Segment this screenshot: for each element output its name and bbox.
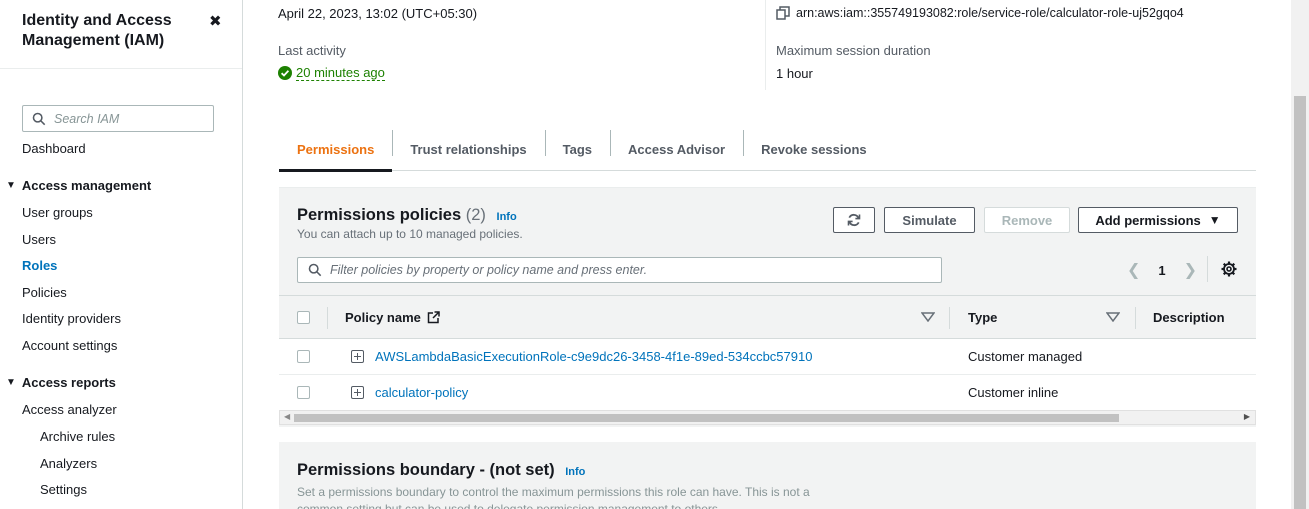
sidebar-section-access-management[interactable]: ▼ Access management — [6, 178, 151, 193]
sidebar-title: Identity and Access Management (IAM) — [22, 12, 172, 49]
tab-access-advisor[interactable]: Access Advisor — [610, 128, 743, 171]
role-arn: arn:aws:iam::355749193082:role/service-r… — [776, 6, 1184, 20]
caret-down-icon: ▼ — [6, 377, 16, 388]
section-label: Access management — [21, 178, 152, 193]
column-label: Policy name — [345, 310, 421, 325]
creation-date: April 22, 2023, 13:02 (UTC+05:30) — [278, 6, 478, 21]
sidebar-item-account-settings[interactable]: Account settings — [22, 338, 117, 353]
sidebar-search[interactable] — [22, 105, 214, 132]
table-horizontal-scrollbar[interactable]: ◀ ▶ — [279, 410, 1256, 425]
sort-icon[interactable] — [1106, 312, 1120, 322]
search-icon — [32, 112, 46, 125]
max-session-label: Maximum session duration — [776, 43, 931, 58]
search-iam-input[interactable] — [54, 111, 204, 126]
policy-type: Customer managed — [968, 349, 1083, 364]
row-checkbox[interactable] — [297, 386, 310, 399]
sidebar-item-archive-rules[interactable]: Archive rules — [40, 429, 115, 444]
column-type[interactable]: Type — [968, 310, 997, 325]
tab-tags[interactable]: Tags — [544, 128, 610, 171]
section-label: Access reports — [21, 375, 116, 390]
sidebar-item-settings[interactable]: Settings — [40, 482, 87, 497]
sidebar-header: Identity and Access Management (IAM) — [22, 11, 222, 51]
sidebar-item-policies[interactable]: Policies — [22, 285, 67, 300]
scrollbar-thumb[interactable] — [1294, 96, 1306, 509]
simulate-button[interactable]: Simulate — [884, 207, 975, 233]
last-activity-link[interactable]: 20 minutes ago — [278, 65, 385, 81]
page-vertical-scrollbar[interactable] — [1291, 0, 1309, 509]
sidebar-item-users[interactable]: Users — [22, 232, 56, 247]
table-row: calculator-policy Customer inline — [279, 375, 1256, 411]
sidebar-item-access-analyzer[interactable]: Access analyzer — [22, 402, 117, 417]
role-tabs: Permissions Trust relationships Tags Acc… — [279, 128, 1256, 172]
max-session-value: 1 hour — [776, 66, 813, 81]
add-permissions-label: Add permissions — [1095, 212, 1201, 228]
sidebar-section-access-reports[interactable]: ▼ Access reports — [6, 375, 116, 390]
panel-title-text: Permissions boundary - (not set) — [297, 461, 555, 479]
arn-value: arn:aws:iam::355749193082:role/service-r… — [796, 6, 1184, 20]
gear-icon[interactable] — [1221, 261, 1237, 277]
refresh-button[interactable] — [833, 207, 875, 233]
panel-title-text: Permissions policies — [297, 206, 462, 224]
tab-permissions[interactable]: Permissions — [279, 128, 393, 172]
pagination: ❮ 1 ❯ — [1127, 260, 1197, 280]
sidebar-item-user-groups[interactable]: User groups — [22, 205, 93, 220]
sidebar-item-roles[interactable]: Roles — [22, 258, 57, 273]
column-divider — [327, 307, 328, 329]
info-link[interactable]: Info — [565, 466, 585, 478]
refresh-icon — [847, 213, 861, 227]
policy-count: (2) — [465, 206, 486, 224]
sidebar-item-analyzers[interactable]: Analyzers — [40, 456, 97, 471]
column-divider — [949, 307, 950, 329]
scrollbar-thumb[interactable] — [294, 414, 1119, 422]
sidebar-item-dashboard[interactable]: Dashboard — [22, 141, 86, 156]
remove-button[interactable]: Remove — [984, 207, 1070, 233]
permissions-boundary-panel: Permissions boundary - (not set) Info Se… — [279, 442, 1256, 509]
pager-divider — [1207, 256, 1208, 282]
permissions-policies-panel: Permissions policies (2) Info You can at… — [279, 187, 1256, 427]
check-circle-icon — [278, 66, 292, 80]
sidebar: Identity and Access Management (IAM) ✖ D… — [0, 0, 243, 509]
tab-revoke-sessions[interactable]: Revoke sessions — [743, 128, 885, 171]
panel-description: You can attach up to 10 managed policies… — [297, 227, 523, 241]
current-page[interactable]: 1 — [1158, 263, 1165, 278]
sort-icon[interactable] — [921, 312, 935, 322]
policy-filter-input[interactable] — [330, 263, 930, 277]
sidebar-item-identity-providers[interactable]: Identity providers — [22, 311, 121, 326]
last-activity-label: Last activity — [278, 43, 346, 58]
close-icon[interactable]: ✖ — [209, 12, 222, 30]
select-all-checkbox[interactable] — [297, 311, 310, 324]
policy-table-header: Policy name Type Description — [279, 295, 1256, 339]
table-row: AWSLambdaBasicExecutionRole-c9e9dc26-345… — [279, 339, 1256, 375]
expand-icon[interactable] — [351, 386, 364, 399]
column-divider — [1135, 307, 1136, 329]
policy-type: Customer inline — [968, 385, 1059, 400]
add-permissions-button[interactable]: Add permissions ▼ — [1078, 207, 1238, 233]
external-link-icon — [427, 311, 440, 324]
column-description[interactable]: Description — [1153, 310, 1225, 325]
permissions-boundary-title: Permissions boundary - (not set) Info — [297, 461, 585, 480]
permissions-policies-title: Permissions policies (2) Info — [297, 206, 517, 225]
last-activity-value: 20 minutes ago — [296, 65, 385, 81]
scroll-right-icon[interactable]: ▶ — [1244, 412, 1250, 421]
info-link[interactable]: Info — [497, 211, 517, 223]
chevron-right-icon[interactable]: ❯ — [1184, 260, 1197, 280]
copy-icon[interactable] — [776, 6, 790, 20]
caret-down-icon: ▼ — [6, 180, 16, 191]
policy-filter[interactable] — [297, 257, 942, 283]
main-content: April 22, 2023, 13:02 (UTC+05:30) Last a… — [243, 0, 1291, 509]
sidebar-divider — [0, 68, 242, 69]
policy-name-link[interactable]: AWSLambdaBasicExecutionRole-c9e9dc26-345… — [375, 349, 812, 364]
policy-name-link[interactable]: calculator-policy — [375, 385, 468, 400]
chevron-left-icon[interactable]: ❮ — [1127, 260, 1140, 280]
expand-icon[interactable] — [351, 350, 364, 363]
search-icon — [308, 263, 322, 277]
permissions-boundary-description: Set a permissions boundary to control th… — [297, 485, 810, 509]
summary-divider — [765, 0, 766, 90]
column-policy-name[interactable]: Policy name — [345, 310, 440, 325]
caret-down-icon: ▼ — [1208, 213, 1221, 227]
row-checkbox[interactable] — [297, 350, 310, 363]
tab-trust-relationships[interactable]: Trust relationships — [392, 128, 544, 171]
scroll-left-icon[interactable]: ◀ — [284, 412, 290, 421]
